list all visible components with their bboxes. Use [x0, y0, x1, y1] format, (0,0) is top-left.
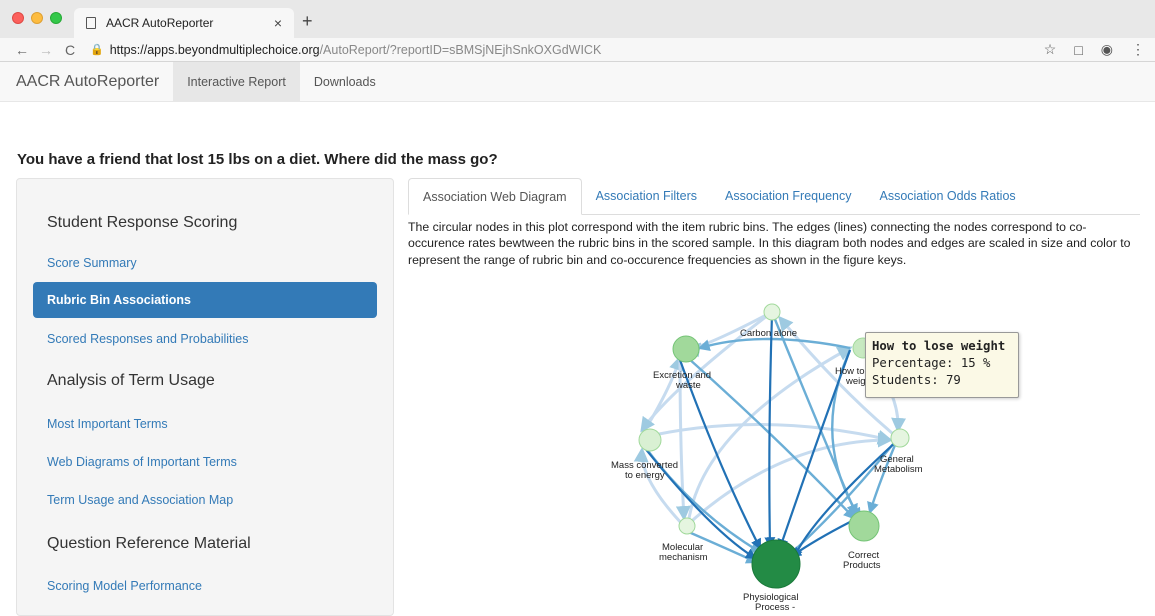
url-host: apps.beyondmultiplechoice.org — [147, 42, 320, 57]
node-carbon-alone[interactable] — [763, 303, 781, 321]
sidebar-item-score-summary[interactable]: Score Summary — [47, 256, 137, 270]
new-tab-button[interactable]: + — [302, 11, 313, 32]
report-tabs: Association Web Diagram Association Filt… — [408, 178, 1140, 215]
label-excretion-line2: waste — [675, 380, 701, 391]
address-bar-row: ← → C 🔒 https:// apps.beyondmultiplechoi… — [0, 38, 1155, 62]
window-controls — [12, 12, 62, 24]
close-tab-icon[interactable]: × — [274, 15, 282, 31]
label-mass-line2: to energy — [625, 470, 665, 481]
url-field[interactable]: 🔒 https:// apps.beyondmultiplechoice.org… — [90, 43, 1044, 57]
extension-icon[interactable]: □ — [1074, 42, 1082, 58]
sidebar-item-term-usage-map[interactable]: Term Usage and Association Map — [47, 493, 233, 507]
browser-titlebar: AACR AutoReporter × + — [0, 0, 1155, 38]
node-correct-products[interactable] — [848, 510, 880, 542]
sidebar-heading-reference: Question Reference Material — [47, 535, 251, 552]
label-general-line2: Metabolism — [874, 464, 923, 475]
label-correct-line2: Products — [843, 560, 881, 571]
back-button[interactable]: ← — [10, 42, 34, 58]
maximize-window-button[interactable] — [50, 12, 62, 24]
browser-tab[interactable]: AACR AutoReporter × — [74, 8, 294, 38]
tooltip-students: Students: 79 — [872, 373, 961, 387]
url-scheme: https:// — [109, 42, 148, 57]
browser-tab-title: AACR AutoReporter — [106, 16, 214, 30]
url-path: /AutoReport/?reportID=sBMSjNEjhSnkOXGdWI… — [319, 42, 602, 57]
label-physio-line2: Process - — [755, 602, 795, 613]
sidebar-heading-term-usage: Analysis of Term Usage — [47, 372, 215, 389]
brand[interactable]: AACR AutoReporter — [16, 62, 173, 101]
close-window-button[interactable] — [12, 12, 24, 24]
sidebar-item-scored-responses[interactable]: Scored Responses and Probabilities — [47, 332, 249, 346]
node-physiological-process[interactable] — [751, 539, 801, 589]
sidebar: Student Response Scoring Score Summary R… — [16, 178, 394, 616]
nav-downloads[interactable]: Downloads — [300, 62, 390, 101]
tab-association-filters[interactable]: Association Filters — [582, 178, 711, 214]
nav-interactive-report[interactable]: Interactive Report — [173, 62, 300, 101]
node-mass-converted[interactable] — [638, 428, 662, 452]
label-carbon-alone: Carbon alone — [740, 328, 797, 339]
tab-association-web-diagram[interactable]: Association Web Diagram — [408, 178, 582, 215]
document-icon — [86, 17, 96, 29]
node-tooltip: How to lose weight Percentage: 15 % Stud… — [865, 332, 1019, 398]
sidebar-item-rubric-bin-associations[interactable]: Rubric Bin Associations — [33, 282, 377, 318]
tab-association-odds-ratios[interactable]: Association Odds Ratios — [865, 178, 1029, 214]
app-navbar: AACR AutoReporter Interactive Report Dow… — [0, 62, 1155, 102]
node-molecular-mechanism[interactable] — [678, 517, 696, 535]
account-icon[interactable]: ◉ — [1101, 41, 1113, 58]
forward-button[interactable]: → — [34, 42, 58, 58]
menu-icon[interactable]: ⋮ — [1131, 41, 1145, 58]
minimize-window-button[interactable] — [31, 12, 43, 24]
bookmark-star-icon[interactable]: ☆ — [1044, 41, 1057, 58]
label-howto-line2: weig — [845, 376, 866, 387]
diagram-description: The circular nodes in this plot correspo… — [408, 220, 1131, 267]
sidebar-heading-scoring: Student Response Scoring — [47, 214, 238, 231]
sidebar-item-scoring-model[interactable]: Scoring Model Performance — [47, 579, 202, 593]
tooltip-percentage: Percentage: 15 % — [872, 356, 991, 370]
page-title: You have a friend that lost 15 lbs on a … — [17, 151, 498, 168]
node-excretion-and-waste[interactable] — [672, 335, 700, 363]
tooltip-title: How to lose weight — [872, 339, 1006, 353]
tab-association-frequency[interactable]: Association Frequency — [711, 178, 865, 214]
sidebar-item-most-important-terms[interactable]: Most Important Terms — [47, 417, 168, 431]
reload-button[interactable]: C — [58, 42, 82, 58]
sidebar-item-web-diagrams[interactable]: Web Diagrams of Important Terms — [47, 455, 237, 469]
node-general-metabolism[interactable] — [890, 428, 910, 448]
lock-icon: 🔒 — [90, 44, 104, 56]
label-molecular-line2: mechanism — [659, 552, 708, 563]
